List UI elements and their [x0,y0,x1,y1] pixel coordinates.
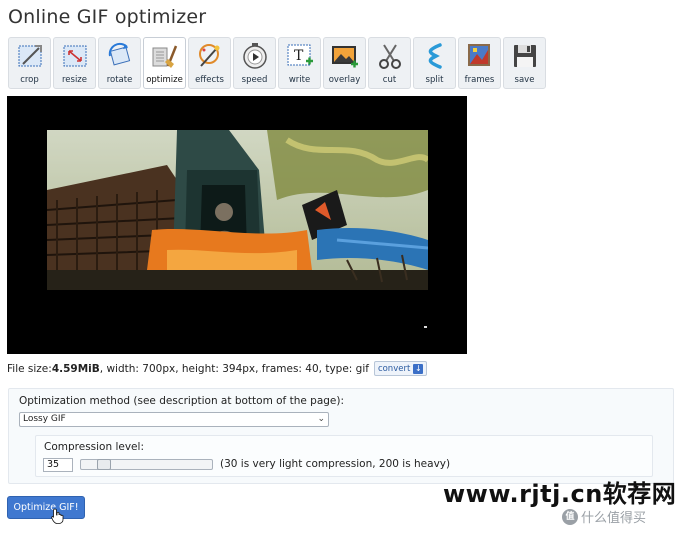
gif-preview-image [47,130,428,290]
optimize-gif-label: Optimize GIF! [13,502,79,513]
tool-crop[interactable]: crop [8,37,51,89]
optimize-icon [149,41,181,71]
compression-input[interactable]: 35 [43,458,73,472]
compression-hint: (30 is very light compression, 200 is he… [220,458,451,470]
tool-label: optimize [146,75,183,85]
tool-cut[interactable]: cut [368,37,411,89]
chevron-down-icon: ⌄ [317,414,325,424]
tool-optimize[interactable]: optimize [143,37,186,89]
tool-label: rotate [106,75,133,85]
rotate-icon [104,41,136,71]
compression-slider-thumb[interactable] [97,459,111,470]
resize-icon [59,41,91,71]
hand-cursor-icon [51,508,65,528]
frames-icon [464,41,496,71]
method-selected-value: Lossy GIF [23,414,66,424]
tool-write[interactable]: T write [278,37,321,89]
convert-button[interactable]: convert ↓ [373,361,428,376]
download-arrow-icon: ↓ [413,363,424,374]
tool-resize[interactable]: resize [53,37,96,89]
brand-badge-icon: 值 [562,508,578,525]
compression-label: Compression level: [44,441,144,453]
tool-frames[interactable]: frames [458,37,501,89]
method-label: Optimization method (see description at … [19,395,345,407]
svg-text:T: T [294,48,304,64]
gif-preview [7,96,467,354]
method-select[interactable]: Lossy GIF ⌄ [19,412,329,427]
floppy-disk-icon [509,41,541,71]
tool-label: frames [464,75,495,85]
tool-label: write [288,75,311,85]
tool-label: resize [61,75,88,85]
split-icon [419,41,451,71]
tool-split[interactable]: split [413,37,456,89]
optimization-options: Optimization method (see description at … [8,388,674,484]
tool-label: speed [241,75,268,85]
speed-icon [239,41,271,71]
overlay-icon [329,41,361,71]
tool-effects[interactable]: effects [188,37,231,89]
convert-label: convert [377,363,411,374]
effects-icon [194,41,226,71]
compression-slider[interactable] [80,459,213,470]
tool-label: split [425,75,444,85]
tool-label: cut [382,75,397,85]
tool-save[interactable]: save [503,37,546,89]
tool-rotate[interactable]: rotate [98,37,141,89]
preview-artifact [424,326,427,328]
file-details: , width: 700px, height: 394px, frames: 4… [99,362,369,375]
compression-panel: Compression level: 35 (30 is very light … [35,435,653,477]
page-title: Online GIF optimizer [8,6,207,28]
file-info: File size: 4.59MiB , width: 700px, heigh… [7,361,428,376]
site-watermark: www.rjtj.cn软荐网 [443,480,677,508]
optimize-gif-button[interactable]: Optimize GIF! [7,496,85,519]
tool-label: crop [20,75,39,85]
crop-icon [14,41,46,71]
file-size-prefix: File size: [7,362,52,375]
tool-label: effects [195,75,224,85]
brand-name: 什么值得买 [581,511,647,526]
write-icon: T [284,41,316,71]
tool-overlay[interactable]: overlay [323,37,366,89]
tool-speed[interactable]: speed [233,37,276,89]
tool-label: overlay [328,75,361,85]
brand-watermark: 值 什么值得买 [562,507,646,526]
file-size: 4.59MiB [51,362,100,375]
toolbar: crop resize rotate optimize effects spee… [8,37,546,89]
tool-label: save [514,75,535,85]
scissors-icon [374,41,406,71]
